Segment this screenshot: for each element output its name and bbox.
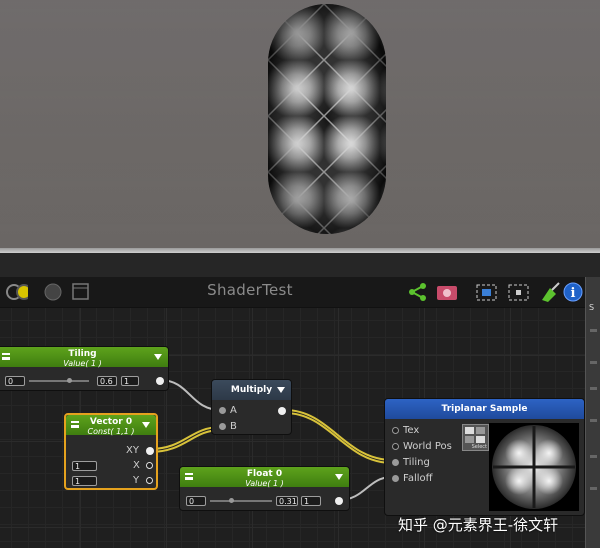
vector0-node[interactable]: Vector 0 Const( 1,1 ) XY 1 X 1 Y — [64, 413, 158, 490]
scene-viewport[interactable] — [0, 0, 600, 248]
falloff-input-port[interactable] — [392, 475, 399, 482]
tiling-node-header[interactable]: Tiling Value( 1 ) — [0, 347, 168, 368]
max-field[interactable]: 1 — [301, 496, 321, 506]
input-b-label: B — [230, 421, 237, 432]
output-port[interactable] — [335, 497, 343, 505]
y-output-port[interactable] — [146, 477, 153, 484]
wire-multiply-to-tiling — [284, 409, 393, 461]
output-port[interactable] — [156, 377, 164, 385]
y-label: Y — [133, 475, 140, 486]
triplanar-node-header[interactable]: Triplanar Sample — [385, 399, 584, 419]
chevron-down-icon[interactable] — [154, 354, 162, 360]
min-field[interactable]: 0 — [5, 376, 25, 386]
slider-knob[interactable] — [67, 378, 72, 383]
slider-knob[interactable] — [229, 498, 234, 503]
falloff-label: Falloff — [403, 473, 433, 484]
xy-output-port[interactable] — [146, 447, 154, 455]
watermark-text: 知乎 @元素界王-徐文轩 — [398, 516, 559, 534]
tex-input-port[interactable] — [392, 427, 399, 434]
texture-thumbnail-icon — [465, 427, 485, 443]
value-field[interactable]: 0.6 — [97, 376, 117, 386]
world-pos-input-port[interactable] — [392, 443, 399, 450]
multiply-node[interactable]: Multiply A B — [211, 379, 292, 435]
vector0-node-header[interactable]: Vector 0 Const( 1,1 ) — [66, 415, 156, 436]
value-slider[interactable] — [210, 500, 272, 502]
chevron-down-icon[interactable] — [335, 474, 343, 480]
triplanar-sample-node[interactable]: Triplanar Sample Tex World Pos Tiling Fa… — [384, 398, 585, 516]
input-a-label: A — [230, 405, 237, 416]
min-field[interactable]: 0 — [186, 496, 206, 506]
world-pos-label: World Pos — [403, 441, 452, 452]
select-label: Select — [471, 444, 487, 450]
texture-select-slot[interactable]: Select — [462, 424, 489, 451]
chevron-down-icon[interactable] — [142, 422, 150, 428]
node-editor[interactable]: ShaderTest i S Tiling Value(1) 0 0.6 1… — [0, 253, 600, 548]
max-field[interactable]: 1 — [121, 376, 139, 386]
x-output-port[interactable] — [146, 462, 153, 469]
multiply-node-header[interactable]: Multiply — [212, 380, 291, 400]
input-port-a[interactable] — [219, 407, 226, 414]
node-subtitle: Value( 1 ) — [245, 479, 284, 488]
float0-node[interactable]: Float 0 Value( 1 ) 0 0.31 1 — [179, 466, 350, 511]
tiling-input-port[interactable] — [392, 459, 399, 466]
float0-node-header[interactable]: Float 0 Value( 1 ) — [180, 467, 349, 488]
y-field[interactable]: 1 — [72, 476, 97, 486]
input-port-b[interactable] — [219, 423, 226, 430]
node-title: Float 0 — [246, 469, 283, 479]
node-subtitle: Const( 1,1 ) — [87, 427, 135, 436]
output-port[interactable] — [278, 407, 286, 415]
x-label: X — [133, 460, 140, 471]
node-title: Tiling — [68, 349, 97, 359]
value-slider[interactable] — [29, 380, 89, 382]
triplanar-preview — [489, 423, 579, 511]
tiling-label: Tiling — [403, 457, 430, 468]
wire-multiply-to-tiling-2 — [284, 412, 393, 464]
node-title: Triplanar Sample — [441, 404, 528, 414]
node-subtitle: Value( 1 ) — [63, 359, 102, 368]
capsule-preview — [268, 4, 386, 234]
chevron-down-icon[interactable] — [277, 387, 285, 393]
value-field[interactable]: 0.31 — [276, 496, 298, 506]
xy-label: XY — [126, 445, 139, 456]
x-field[interactable]: 1 — [72, 461, 97, 471]
tex-label: Tex — [403, 425, 420, 436]
tiling-node[interactable]: Tiling Value( 1 ) 0 0.6 1 — [0, 346, 169, 391]
